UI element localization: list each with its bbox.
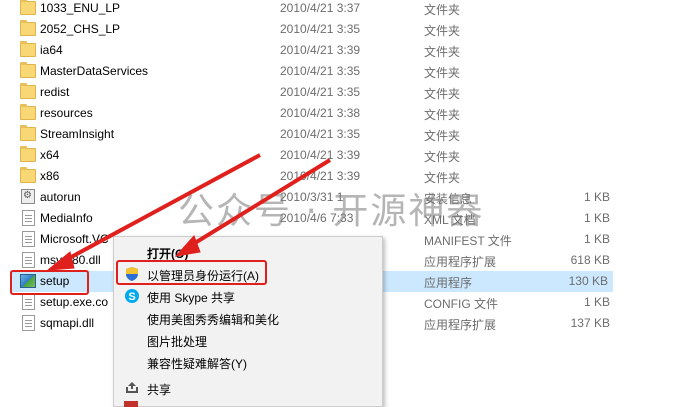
watermark-text: 公众号 · 开源神器 bbox=[178, 191, 485, 232]
document-icon bbox=[22, 294, 35, 310]
document-icon bbox=[22, 210, 35, 226]
file-type: 文件夹 bbox=[424, 66, 461, 80]
folder-icon bbox=[20, 146, 36, 162]
menu-item-label: 使用 Skype 共享 bbox=[147, 291, 236, 305]
settings-file-icon bbox=[21, 189, 35, 204]
file-type: 应用程序 bbox=[424, 276, 473, 290]
file-type: 文件夹 bbox=[424, 150, 461, 164]
file-date: 2010/4/21 3:35 bbox=[280, 85, 361, 99]
file-date: 2010/4/21 3:39 bbox=[280, 169, 361, 183]
document-icon bbox=[22, 252, 35, 268]
menu-item-share[interactable]: 共享 bbox=[114, 377, 382, 399]
share-icon bbox=[124, 380, 140, 396]
menu-item-batch[interactable]: 图片批处理 bbox=[114, 329, 382, 351]
file-name: msvcr80.dll bbox=[40, 253, 101, 267]
file-date: 2010/4/21 3:39 bbox=[280, 43, 361, 57]
file-name: StreamInsight bbox=[40, 127, 115, 141]
file-name: x86 bbox=[40, 169, 60, 183]
folder-icon bbox=[20, 104, 36, 120]
file-size: 130 KB bbox=[568, 274, 608, 288]
file-type: 应用程序扩展 bbox=[424, 318, 497, 332]
file-name: resources bbox=[40, 106, 93, 120]
document-icon bbox=[22, 315, 35, 331]
file-name: 2052_CHS_LP bbox=[40, 22, 121, 36]
menu-item-compat[interactable]: 兼容性疑难解答(Y) bbox=[114, 351, 382, 373]
run-as-admin-highlight-box bbox=[116, 260, 267, 285]
file-name: ia64 bbox=[40, 43, 63, 57]
list-item[interactable]: 1033_ENU_LP 2010/4/21 3:37 文件夹 bbox=[0, 0, 680, 19]
list-item[interactable]: 2052_CHS_LP 2010/4/21 3:35 文件夹 bbox=[0, 19, 680, 40]
document-icon bbox=[22, 231, 35, 247]
skype-icon: S bbox=[124, 288, 140, 304]
file-name: redist bbox=[40, 85, 70, 99]
file-type: CONFIG 文件 bbox=[424, 297, 498, 311]
file-type: 文件夹 bbox=[424, 45, 461, 59]
file-name: MasterDataServices bbox=[40, 64, 149, 78]
list-item[interactable]: resources 2010/4/21 3:38 文件夹 bbox=[0, 103, 680, 124]
file-date: 2010/4/21 3:35 bbox=[280, 127, 361, 141]
file-name: autorun bbox=[40, 190, 81, 204]
file-size: 1 KB bbox=[583, 211, 610, 225]
file-size: 618 KB bbox=[570, 253, 610, 267]
menu-item-label: 图片批处理 bbox=[147, 335, 208, 349]
list-item[interactable]: MasterDataServices 2010/4/21 3:35 文件夹 bbox=[0, 61, 680, 82]
file-name: 1033_ENU_LP bbox=[40, 1, 121, 15]
file-type: 文件夹 bbox=[424, 87, 461, 101]
file-type: 文件夹 bbox=[424, 24, 461, 38]
file-date: 2010/4/21 3:35 bbox=[280, 22, 361, 36]
file-type: 文件夹 bbox=[424, 129, 461, 143]
folder-icon bbox=[20, 62, 36, 78]
folder-icon bbox=[20, 0, 36, 15]
file-date: 2010/4/21 3:38 bbox=[280, 106, 361, 120]
file-size: 1 KB bbox=[583, 190, 610, 204]
folder-icon bbox=[20, 41, 36, 57]
svg-text:S: S bbox=[128, 291, 135, 303]
list-item[interactable]: redist 2010/4/21 3:35 文件夹 bbox=[0, 82, 680, 103]
file-date: 2010/4/21 3:39 bbox=[280, 148, 361, 162]
list-item[interactable]: StreamInsight 2010/4/21 3:35 文件夹 bbox=[0, 124, 680, 145]
file-name: MediaInfo bbox=[40, 211, 93, 225]
setup-highlight-box bbox=[10, 270, 89, 295]
list-item[interactable]: x64 2010/4/21 3:39 文件夹 bbox=[0, 145, 680, 166]
menu-item-label: 兼容性疑难解答(Y) bbox=[147, 357, 247, 371]
file-name: setup.exe.co bbox=[40, 295, 109, 309]
file-date: 2010/4/21 3:35 bbox=[280, 64, 361, 78]
list-item[interactable]: ia64 2010/4/21 3:39 文件夹 bbox=[0, 40, 680, 61]
file-name: Microsoft.VC bbox=[40, 232, 109, 246]
menu-item-label: 共享 bbox=[147, 383, 172, 397]
file-size: 1 KB bbox=[583, 295, 610, 309]
file-size: 137 KB bbox=[570, 316, 610, 330]
file-type: 文件夹 bbox=[424, 108, 461, 122]
menu-item-label: 使用美图秀秀编辑和美化 bbox=[147, 313, 280, 327]
folder-icon bbox=[20, 20, 36, 36]
folder-icon bbox=[20, 83, 36, 99]
file-type: MANIFEST 文件 bbox=[424, 234, 512, 248]
file-name: sqmapi.dll bbox=[40, 316, 95, 330]
partial-menu-icon bbox=[124, 401, 138, 407]
folder-icon bbox=[20, 125, 36, 141]
menu-item-skype-share[interactable]: S 使用 Skype 共享 bbox=[114, 285, 382, 307]
folder-icon bbox=[20, 167, 36, 183]
file-type: 应用程序扩展 bbox=[424, 255, 497, 269]
file-size: 1 KB bbox=[583, 232, 610, 246]
file-name: x64 bbox=[40, 148, 60, 162]
file-type: 文件夹 bbox=[424, 3, 461, 17]
menu-item-meitu[interactable]: 使用美图秀秀编辑和美化 bbox=[114, 307, 382, 329]
file-date: 2010/4/21 3:37 bbox=[280, 1, 361, 15]
